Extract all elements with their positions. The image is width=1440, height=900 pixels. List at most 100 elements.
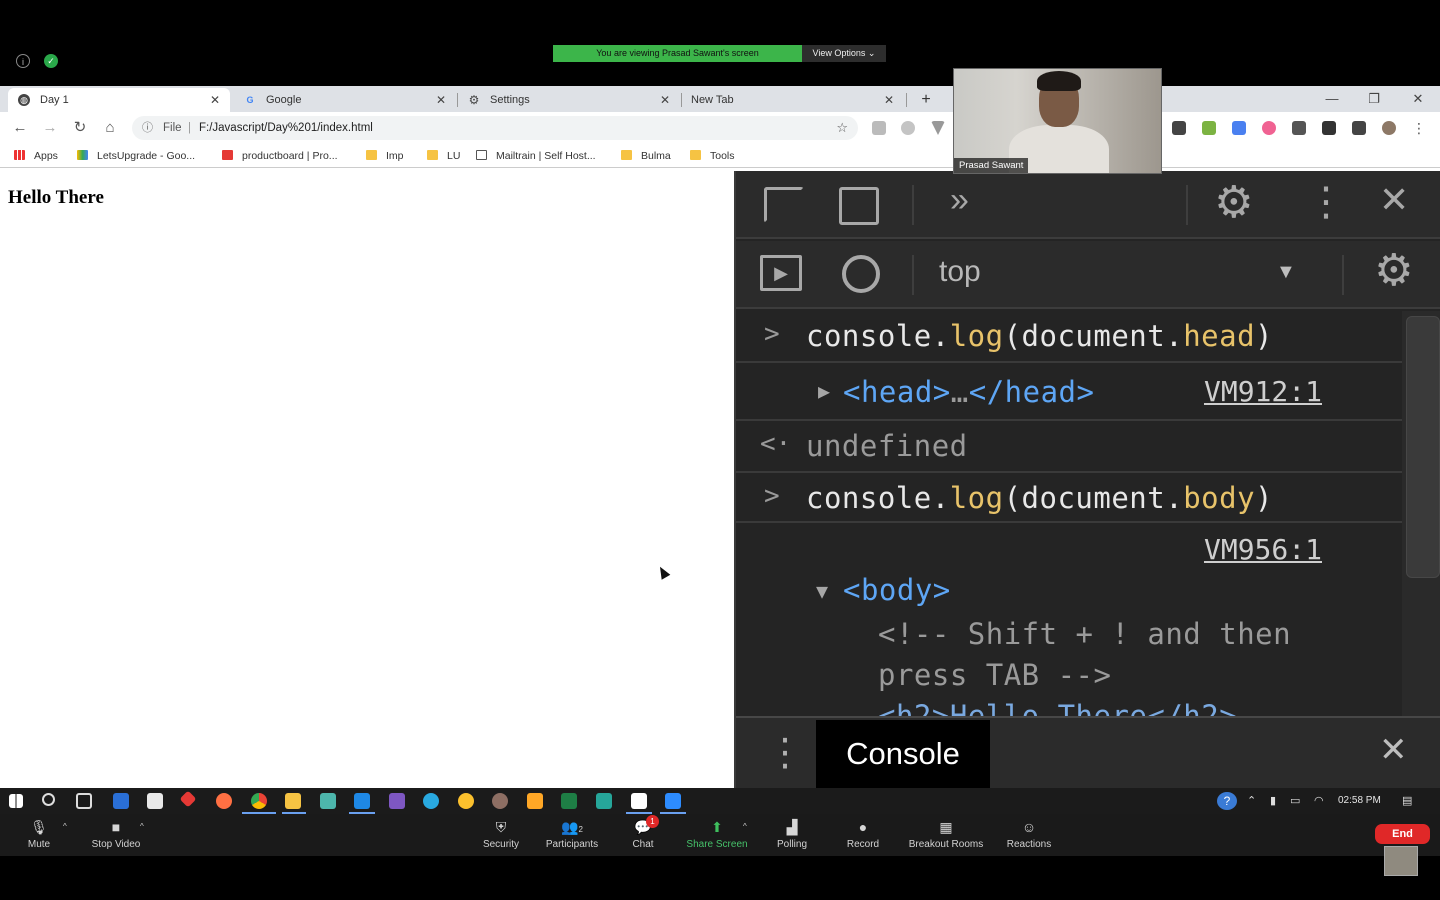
bookmark-apps[interactable]: Apps — [14, 144, 58, 168]
close-tab-icon[interactable]: ✕ — [660, 88, 670, 112]
excel-icon[interactable] — [561, 793, 577, 809]
news-app-icon[interactable] — [113, 793, 129, 809]
extension-icon[interactable] — [1172, 121, 1186, 135]
bookmark-letsupgrade[interactable]: LetsUpgrade - Goo... — [77, 144, 195, 168]
console-messages[interactable]: > console.log(document.head) ▶ <head>…</… — [736, 311, 1402, 716]
security-button[interactable]: ⛨ Security — [478, 818, 524, 850]
restore-button[interactable]: ❐ — [1354, 88, 1394, 110]
extension-icon[interactable] — [1262, 121, 1276, 135]
console-scrollbar-thumb[interactable] — [1406, 316, 1440, 578]
file-explorer-icon[interactable] — [285, 793, 301, 809]
mute-button[interactable]: 🎙 Mute — [20, 818, 58, 850]
expand-triangle-icon[interactable]: ▶ — [818, 379, 830, 403]
notifications-icon[interactable]: ▤ — [1402, 794, 1412, 807]
zoom-app-icon[interactable] — [665, 793, 681, 809]
reading-list-icon[interactable] — [1352, 121, 1366, 135]
bookmark-tools[interactable]: Tools — [690, 144, 735, 168]
tab-new-tab[interactable]: New Tab ✕ — [682, 88, 904, 112]
reactions-button[interactable]: ☺ Reactions — [1003, 818, 1055, 850]
share-screen-button[interactable]: ⬆ Share Screen — [683, 818, 751, 850]
chrome-icon[interactable] — [251, 793, 267, 809]
dropdown-arrow-icon[interactable]: ▼ — [1276, 261, 1296, 284]
bookmark-lu[interactable]: LU — [427, 144, 460, 168]
minimize-button[interactable]: — — [1312, 88, 1352, 110]
tab-day-1[interactable]: ◍ Day 1 ✕ — [8, 88, 230, 112]
collapse-triangle-icon[interactable]: ▼ — [816, 579, 828, 603]
body-element-node[interactable]: <body> — [843, 573, 951, 607]
app-icon[interactable] — [596, 793, 612, 809]
help-icon[interactable]: ? — [1217, 792, 1237, 810]
view-options-button[interactable]: View Options ⌄ — [802, 45, 886, 62]
extension-icon[interactable] — [1292, 121, 1306, 135]
tab-google[interactable]: G Google ✕ — [234, 88, 456, 112]
new-tab-button[interactable]: + — [916, 88, 936, 112]
close-window-button[interactable]: ✕ — [1398, 88, 1438, 110]
tab-settings[interactable]: ⚙ Settings ✕ — [458, 88, 680, 112]
extension-icon[interactable] — [1202, 121, 1216, 135]
more-panels-chevron-icon[interactable]: » — [950, 181, 969, 220]
task-view-icon[interactable] — [76, 793, 92, 809]
app-icon[interactable] — [320, 793, 336, 809]
system-clock[interactable]: 02:58 PM — [1338, 788, 1381, 814]
profile-avatar[interactable] — [1382, 121, 1396, 135]
console-settings-gear-icon[interactable]: ⚙ — [1374, 245, 1413, 296]
breakout-rooms-button[interactable]: ▦ Breakout Rooms — [905, 818, 987, 850]
clear-console-icon[interactable] — [842, 255, 880, 293]
app-icon[interactable] — [492, 793, 508, 809]
vscode-icon[interactable] — [354, 793, 370, 809]
visual-studio-icon[interactable] — [389, 793, 405, 809]
console-output-row[interactable]: VM956:1 ▼ <body> <!-- Shift + ! and then… — [736, 523, 1402, 716]
video-options-caret-icon[interactable]: ^ — [140, 822, 144, 831]
close-devtools-icon[interactable]: ✕ — [1379, 179, 1409, 221]
app-icon[interactable] — [527, 793, 543, 809]
close-drawer-icon[interactable]: ✕ — [1379, 730, 1408, 770]
polling-button[interactable]: ▟ Polling — [772, 818, 812, 850]
chevron-up-icon[interactable]: ⌃ — [1247, 794, 1256, 807]
settings-gear-icon[interactable]: ⚙ — [1214, 177, 1253, 228]
puzzle-icon[interactable] — [1322, 121, 1336, 135]
battery-icon[interactable]: ▭ — [1290, 794, 1300, 807]
participants-button[interactable]: 👥2 Participants — [541, 818, 603, 850]
bookmark-star-icon[interactable]: ☆ — [836, 116, 848, 140]
reload-icon[interactable]: ↻ — [69, 117, 91, 139]
bookmark-imp[interactable]: Imp — [366, 144, 404, 168]
microphone-tray-icon[interactable]: ▮ — [1270, 794, 1276, 807]
head-element-node[interactable]: <head>…</head> — [843, 375, 1094, 409]
home-icon[interactable]: ⌂ — [99, 117, 121, 139]
store-icon[interactable] — [147, 793, 163, 809]
forward-arrow-icon[interactable]: → — [39, 117, 61, 139]
participant-video-tile[interactable]: Prasad Sawant — [953, 68, 1162, 174]
search-icon[interactable] — [42, 793, 55, 806]
source-link[interactable]: VM956:1 — [1204, 533, 1322, 566]
context-selector[interactable]: top — [939, 255, 981, 289]
bookmark-productboard[interactable]: productboard | Pro... — [222, 144, 338, 168]
console-input-row[interactable]: > console.log(document.body) — [736, 473, 1402, 523]
encryption-shield-icon[interactable]: ✓ — [44, 54, 58, 68]
drawer-menu-icon[interactable]: ⋮ — [766, 730, 804, 775]
windows-start-icon[interactable] — [9, 794, 23, 808]
kebab-menu-icon[interactable]: ⋮ — [1306, 179, 1346, 225]
kebab-menu-icon[interactable]: ⋮ — [1408, 117, 1430, 139]
inspect-element-icon[interactable] — [764, 187, 804, 223]
back-arrow-icon[interactable]: ← — [9, 117, 31, 139]
bookmark-bulma[interactable]: Bulma — [621, 144, 671, 168]
wifi-icon[interactable]: ◠ — [1314, 794, 1324, 807]
meeting-info-icon[interactable]: i — [16, 54, 30, 68]
firefox-icon[interactable] — [216, 793, 232, 809]
app-icon[interactable] — [458, 793, 474, 809]
close-tab-icon[interactable]: ✕ — [210, 88, 220, 112]
translate-icon[interactable] — [1232, 121, 1246, 135]
record-button[interactable]: ● Record — [843, 818, 883, 850]
console-output-row[interactable]: ▶ <head>…</head> VM912:1 — [736, 363, 1402, 421]
telegram-icon[interactable] — [423, 793, 439, 809]
end-meeting-button[interactable]: End — [1375, 824, 1430, 844]
bookmark-mailtrain[interactable]: Mailtrain | Self Host... — [476, 144, 596, 168]
h2-element-node[interactable]: <h2>Hello There</h2> — [878, 699, 1237, 716]
extension-help-icon[interactable] — [901, 121, 915, 135]
share-options-caret-icon[interactable]: ^ — [743, 822, 747, 831]
self-view-thumbnail[interactable] — [1384, 846, 1418, 876]
stop-video-button[interactable]: ■ Stop Video — [86, 818, 146, 850]
notion-icon[interactable] — [631, 793, 647, 809]
site-info-icon[interactable]: ⓘ — [142, 116, 153, 140]
source-link[interactable]: VM912:1 — [1204, 375, 1322, 408]
